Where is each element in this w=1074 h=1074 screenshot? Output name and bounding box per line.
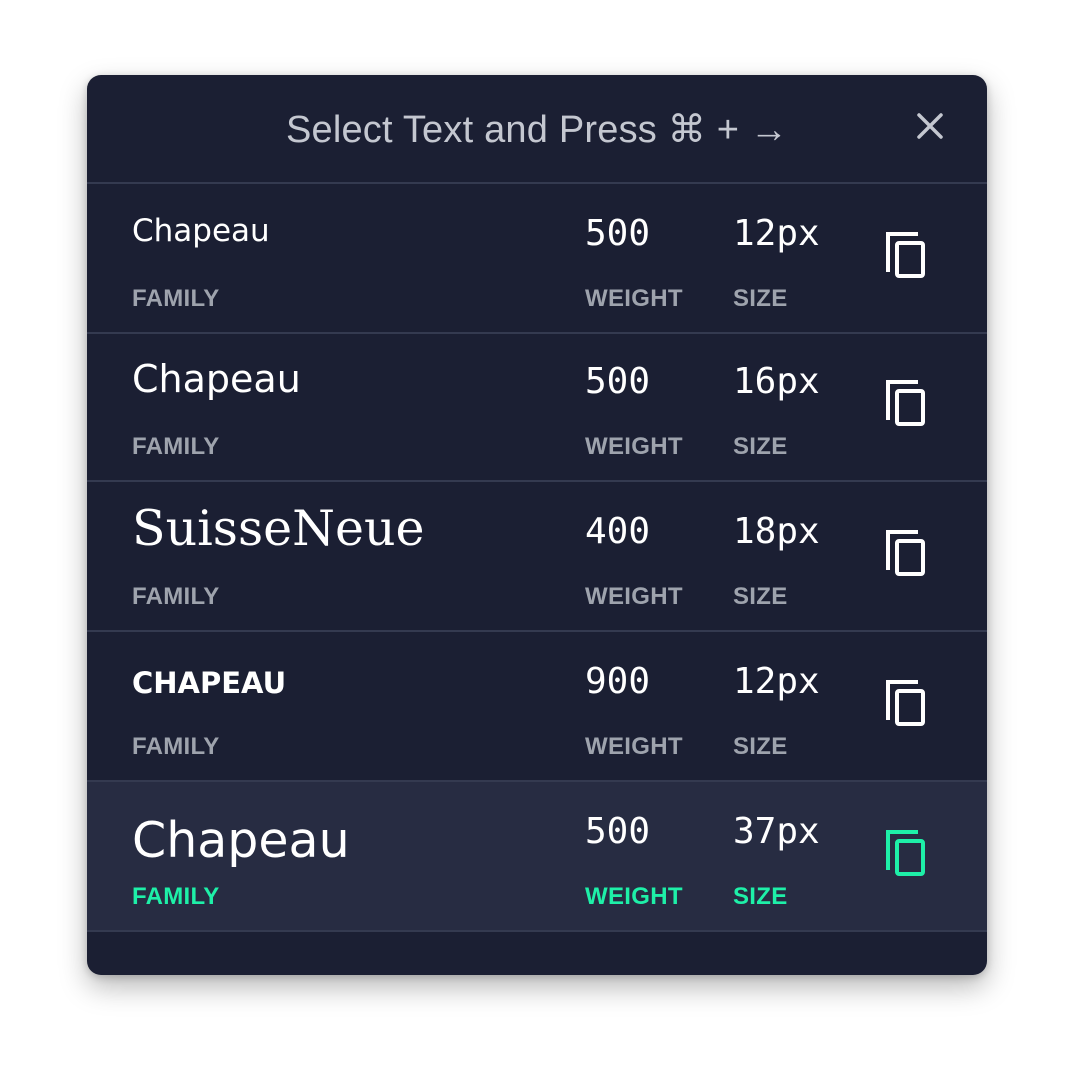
family-label: FAMILY: [132, 285, 220, 312]
weight-label: WEIGHT: [585, 433, 683, 460]
size-value: 37px: [733, 811, 820, 852]
weight-label: WEIGHT: [585, 583, 683, 610]
weight-value: 500: [585, 811, 651, 852]
weight-label: WEIGHT: [585, 883, 683, 910]
font-row[interactable]: Chapeau 500 12px FAMILY WEIGHT SIZE: [87, 184, 987, 334]
size-label: SIZE: [733, 285, 788, 312]
weight-value: 500: [585, 213, 651, 254]
copy-icon: [886, 680, 925, 726]
copy-button[interactable]: [884, 378, 932, 432]
copy-button[interactable]: [884, 528, 932, 582]
family-label: FAMILY: [132, 433, 220, 460]
weight-label: WEIGHT: [585, 285, 683, 312]
font-row[interactable]: SuisseNeue 400 18px FAMILY WEIGHT SIZE: [87, 482, 987, 632]
font-row[interactable]: Chapeau 500 16px FAMILY WEIGHT SIZE: [87, 332, 987, 482]
weight-label: WEIGHT: [585, 733, 683, 760]
size-label: SIZE: [733, 883, 788, 910]
font-row-selected[interactable]: Chapeau 500 37px FAMILY WEIGHT SIZE: [87, 782, 987, 932]
family-label: FAMILY: [132, 883, 220, 910]
close-icon: [917, 113, 943, 139]
copy-icon: [886, 380, 925, 426]
close-button[interactable]: [913, 109, 947, 143]
font-inspector-panel: Select Text and Press ⌘ + → Chapeau 500 …: [87, 75, 987, 975]
copy-button[interactable]: [884, 828, 932, 882]
instruction-title: Select Text and Press ⌘ + →: [285, 109, 789, 151]
copy-button[interactable]: [884, 230, 932, 284]
copy-icon: [886, 232, 925, 278]
family-value: Chapeau: [132, 357, 301, 401]
size-label: SIZE: [733, 733, 788, 760]
family-label: FAMILY: [132, 583, 220, 610]
family-label: FAMILY: [132, 733, 220, 760]
family-value: SuisseNeue: [132, 500, 425, 557]
font-row[interactable]: CHAPEAU 900 12px FAMILY WEIGHT SIZE: [87, 632, 987, 782]
size-value: 12px: [733, 661, 820, 702]
copy-icon: [886, 830, 925, 876]
weight-value: 400: [585, 511, 651, 552]
panel-header: Select Text and Press ⌘ + →: [87, 75, 987, 184]
family-value: CHAPEAU: [132, 666, 287, 700]
copy-icon: [886, 530, 925, 576]
copy-button[interactable]: [884, 678, 932, 732]
weight-value: 900: [585, 661, 651, 702]
size-label: SIZE: [733, 433, 788, 460]
family-value: Chapeau: [132, 213, 270, 249]
size-value: 16px: [733, 361, 820, 402]
family-value: Chapeau: [132, 812, 350, 869]
weight-value: 500: [585, 361, 651, 402]
size-label: SIZE: [733, 583, 788, 610]
size-value: 18px: [733, 511, 820, 552]
size-value: 12px: [733, 213, 820, 254]
